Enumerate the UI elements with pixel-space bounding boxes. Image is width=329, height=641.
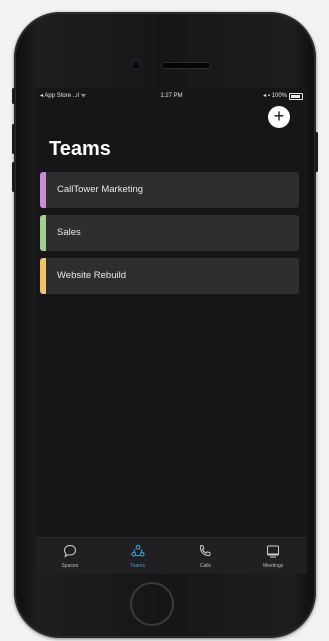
add-team-button[interactable]: +	[268, 106, 290, 128]
front-camera	[132, 61, 140, 69]
status-battery: ◂ ▪ 100%	[263, 88, 303, 104]
team-list: CallTower Marketing Sales Website Rebuil…	[40, 172, 299, 301]
team-color-bar	[40, 258, 46, 294]
tab-calls[interactable]: Calls	[172, 538, 240, 574]
bottom-tab-bar: Spaces Teams Calls Meetings	[36, 537, 307, 574]
teams-icon	[131, 544, 145, 557]
tab-teams[interactable]: Teams	[104, 538, 172, 574]
team-item-sales[interactable]: Sales	[40, 215, 299, 251]
chat-bubble-icon	[63, 544, 76, 558]
team-item-website-rebuild[interactable]: Website Rebuild	[40, 258, 299, 294]
volume-up-button	[12, 124, 15, 154]
home-button[interactable]	[130, 582, 174, 626]
tab-label: Meetings	[262, 563, 284, 569]
team-color-bar	[40, 172, 46, 208]
earpiece-speaker	[162, 63, 210, 68]
silent-switch	[12, 88, 15, 104]
phone-icon	[200, 544, 211, 557]
status-bar: ◂ App Store ..ıl ᯤ 1:27 PM ◂ ▪ 100%	[36, 88, 307, 104]
tab-label: Spaces	[61, 563, 79, 569]
calendar-icon	[267, 545, 280, 558]
team-label: Sales	[57, 227, 81, 238]
tab-label: Calls	[199, 563, 211, 569]
team-label: Website Rebuild	[57, 270, 127, 281]
page-title: Teams	[49, 138, 111, 160]
team-label: CallTower Marketing	[57, 184, 144, 195]
power-button	[315, 132, 318, 172]
battery-text: ◂ ▪ 100%	[263, 93, 287, 99]
tab-spaces[interactable]: Spaces	[36, 538, 104, 574]
team-color-bar	[40, 215, 46, 251]
volume-down-button	[12, 162, 15, 192]
tab-label: Teams	[130, 563, 145, 569]
tab-meetings[interactable]: Meetings	[239, 538, 307, 574]
team-item-calltower-marketing[interactable]: CallTower Marketing	[40, 172, 299, 208]
battery-icon	[289, 92, 303, 100]
app-screen: ◂ App Store ..ıl ᯤ 1:27 PM ◂ ▪ 100% + Te…	[36, 88, 307, 574]
